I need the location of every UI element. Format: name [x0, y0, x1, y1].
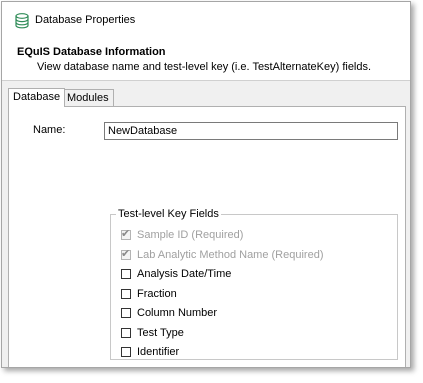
checkbox-fraction[interactable]: Fraction	[121, 287, 177, 301]
checkbox-box[interactable]	[121, 308, 131, 318]
database-tab-panel: Name: Test-level Key Fields ✔ Sample ID …	[8, 106, 406, 367]
checkbox-box[interactable]	[121, 328, 131, 338]
checkbox-label: Fraction	[137, 288, 177, 300]
checkbox-box[interactable]	[121, 347, 131, 357]
window-title: Database Properties	[35, 14, 136, 26]
checkbox-sample-id[interactable]: ✔ Sample ID (Required)	[121, 228, 243, 242]
checkbox-label: Test Type	[137, 327, 184, 339]
check-icon: ✔	[121, 228, 131, 240]
checkbox-identifier[interactable]: Identifier	[121, 345, 179, 359]
name-input[interactable]	[104, 122, 398, 140]
checkbox-box[interactable]	[121, 289, 131, 299]
checkbox-label: Identifier	[137, 346, 180, 358]
checkbox-lab-analytic-method-name[interactable]: ✔ Lab Analytic Method Name (Required)	[121, 248, 323, 262]
group-legend: Test-level Key Fields	[116, 208, 221, 220]
header-subtitle: View database name and test-level key (i…	[37, 61, 372, 73]
database-icon	[15, 13, 29, 29]
checkbox-label: Analysis Date/Time	[137, 268, 232, 280]
checkbox-label: Lab Analytic Method Name (Required)	[137, 249, 324, 261]
info-header: EQuIS Database Information View database…	[2, 36, 410, 80]
checkbox-column-number[interactable]: Column Number	[121, 306, 217, 320]
checkbox-box[interactable]: ✔	[121, 228, 131, 240]
checkbox-box[interactable]: ✔	[121, 248, 131, 260]
checkbox-test-type[interactable]: Test Type	[121, 326, 184, 340]
checkbox-label: Sample ID (Required)	[137, 229, 244, 241]
name-label: Name:	[33, 124, 66, 136]
checkbox-box[interactable]	[121, 269, 131, 279]
tab-modules[interactable]: Modules	[62, 89, 114, 106]
checkbox-analysis-date-time[interactable]: Analysis Date/Time	[121, 267, 231, 281]
tab-database[interactable]: Database	[8, 88, 66, 107]
title-bar: Database Properties	[2, 2, 410, 36]
database-properties-window: Database Properties EQuIS Database Infor…	[1, 1, 411, 368]
checkbox-label: Column Number	[137, 307, 218, 319]
check-icon: ✔	[121, 248, 131, 260]
header-title: EQuIS Database Information	[17, 46, 166, 58]
test-level-key-fields-group: Test-level Key Fields ✔ Sample ID (Requi…	[110, 208, 398, 360]
